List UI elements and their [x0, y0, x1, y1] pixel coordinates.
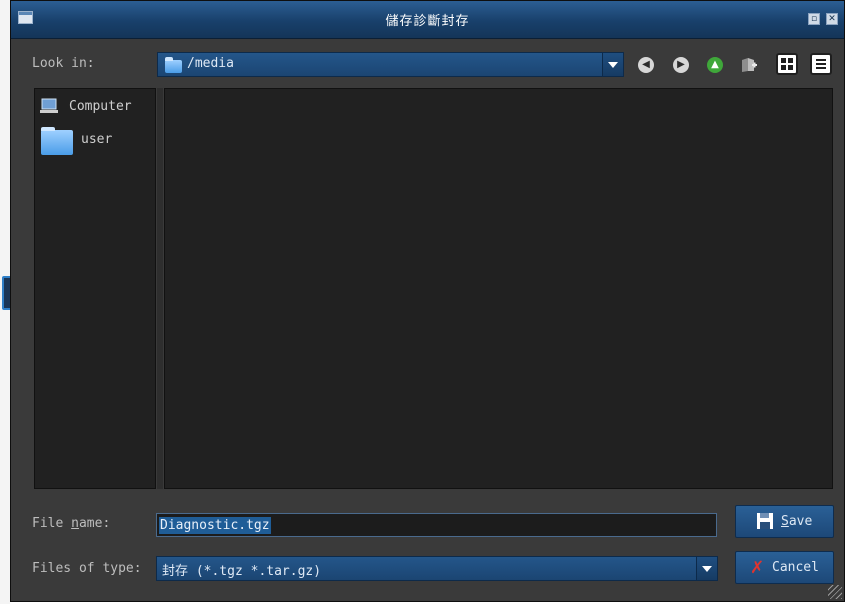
folder-icon — [165, 57, 182, 73]
window-title: 儲存診斷封存 — [385, 14, 470, 29]
pane-splitter[interactable] — [157, 88, 163, 489]
close-icon[interactable]: ✕ — [826, 13, 838, 25]
list-view-icon[interactable] — [810, 53, 832, 75]
chevron-down-icon[interactable] — [602, 53, 623, 76]
look-in-label: Look in: — [32, 56, 95, 71]
files-of-type-label: Files of type: — [32, 561, 142, 576]
computer-icon — [40, 98, 58, 113]
floppy-disk-icon — [757, 513, 773, 529]
forward-arrow-icon[interactable]: ▶ — [673, 57, 689, 73]
resize-grip-icon[interactable] — [828, 585, 842, 599]
new-folder-icon[interactable] — [741, 56, 758, 73]
file-name-label: File name: — [32, 516, 111, 531]
save-button-label: Save — [781, 514, 813, 529]
folder-icon — [41, 127, 73, 155]
file-name-value: Diagnostic.tgz — [159, 517, 271, 534]
file-name-input[interactable]: Diagnostic.tgz — [156, 513, 717, 537]
look-in-combo[interactable]: /media — [157, 52, 624, 77]
red-x-icon: ✗ — [750, 558, 765, 578]
file-list-panel[interactable] — [164, 88, 833, 489]
sidebar-item-label: user — [81, 132, 113, 147]
file-type-value: 封存 (*.tgz *.tar.gz) — [162, 564, 322, 579]
look-in-path: /media — [187, 56, 234, 71]
cancel-button-label: Cancel — [772, 560, 819, 575]
back-arrow-icon[interactable]: ◀ — [638, 57, 654, 73]
icon-view-icon[interactable] — [776, 53, 798, 75]
cancel-button[interactable]: ✗ Cancel — [735, 551, 834, 584]
sidebar-item-label: Computer — [69, 99, 132, 114]
maximize-icon[interactable]: ▫ — [808, 13, 820, 25]
title-bar[interactable]: 儲存診斷封存 ▫ ✕ — [11, 1, 844, 39]
save-button[interactable]: Save — [735, 505, 834, 538]
sidebar-item-computer[interactable]: Computer — [35, 96, 155, 118]
sidebar-panel: Computer user — [34, 88, 156, 489]
chevron-down-icon[interactable] — [696, 557, 717, 580]
save-dialog: 儲存診斷封存 ▫ ✕ Look in: /media ◀ ▶ ▲ Compute… — [10, 0, 845, 602]
sidebar-item-user[interactable]: user — [35, 126, 155, 156]
up-arrow-icon[interactable]: ▲ — [707, 57, 723, 73]
file-type-combo[interactable]: 封存 (*.tgz *.tar.gz) — [156, 556, 718, 581]
